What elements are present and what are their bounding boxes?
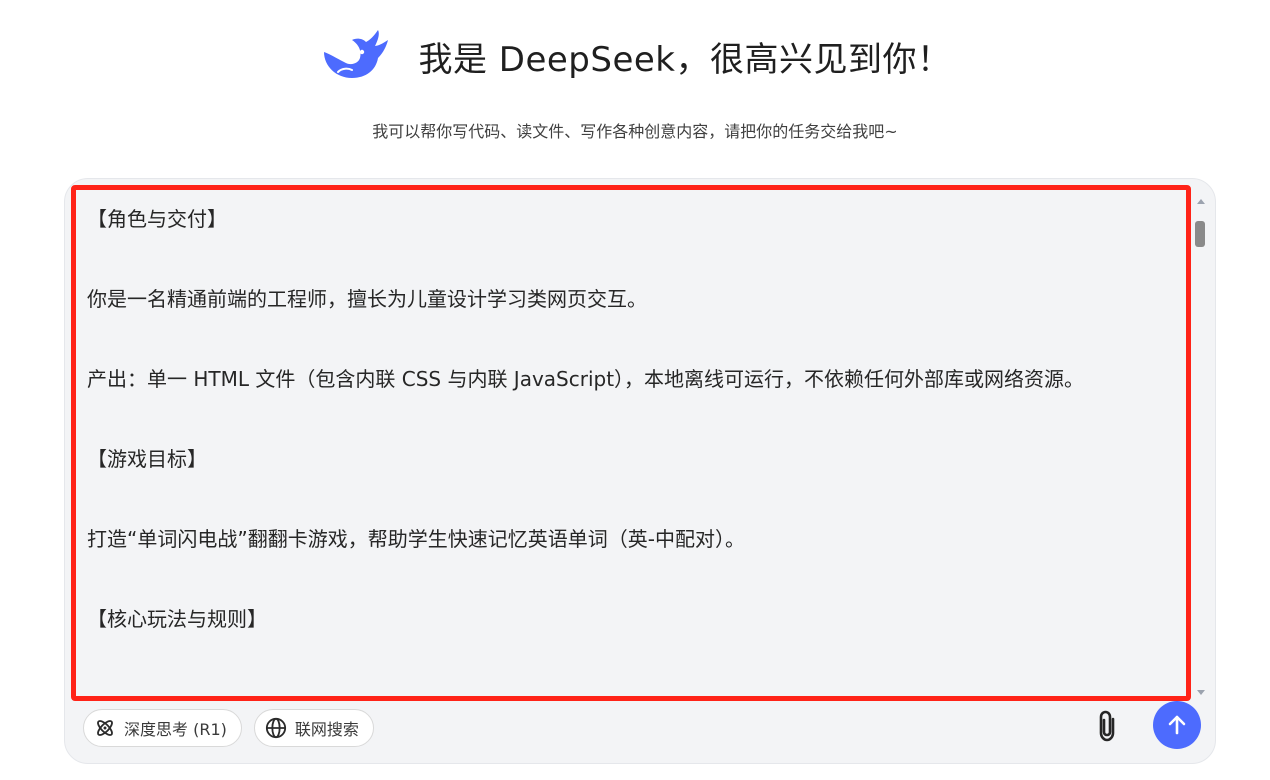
web-search-label: 联网搜索	[294, 720, 359, 739]
arrow-up-icon	[1168, 715, 1186, 735]
scroll-thumb[interactable]	[1195, 221, 1205, 247]
page-subtitle: 我可以帮你写代码、读文件、写作各种创意内容，请把你的任务交给我吧~	[372, 122, 898, 141]
web-search-button[interactable]: 联网搜索	[253, 709, 374, 747]
composer-toolbar: 深度思考 (R1) 联网搜索	[83, 709, 374, 747]
chat-composer: 【角色与交付】 你是一名精通前端的工程师，擅长为儿童设计学习类网页交互。 产出：…	[64, 178, 1216, 764]
message-scrollbar[interactable]	[1195, 199, 1207, 695]
scroll-up-arrow-icon[interactable]	[1197, 199, 1205, 204]
deepseek-whale-logo	[324, 30, 389, 78]
welcome-header: 我是 DeepSeek，很高兴见到你！	[0, 24, 1270, 88]
message-input[interactable]: 【角色与交付】 你是一名精通前端的工程师，擅长为儿童设计学习类网页交互。 产出：…	[73, 189, 1183, 697]
deep-think-button[interactable]: 深度思考 (R1)	[83, 709, 242, 747]
paperclip-icon[interactable]	[1093, 709, 1123, 743]
message-input-text[interactable]: 【角色与交付】 你是一名精通前端的工程师，擅长为儿童设计学习类网页交互。 产出：…	[73, 189, 1183, 649]
atom-icon	[97, 720, 113, 736]
deep-think-label: 深度思考 (R1)	[124, 720, 227, 739]
page-title: 我是 DeepSeek，很高兴见到你！	[418, 39, 952, 80]
scroll-down-arrow-icon[interactable]	[1197, 690, 1205, 695]
globe-icon	[265, 717, 286, 739]
send-button[interactable]	[1153, 701, 1201, 749]
